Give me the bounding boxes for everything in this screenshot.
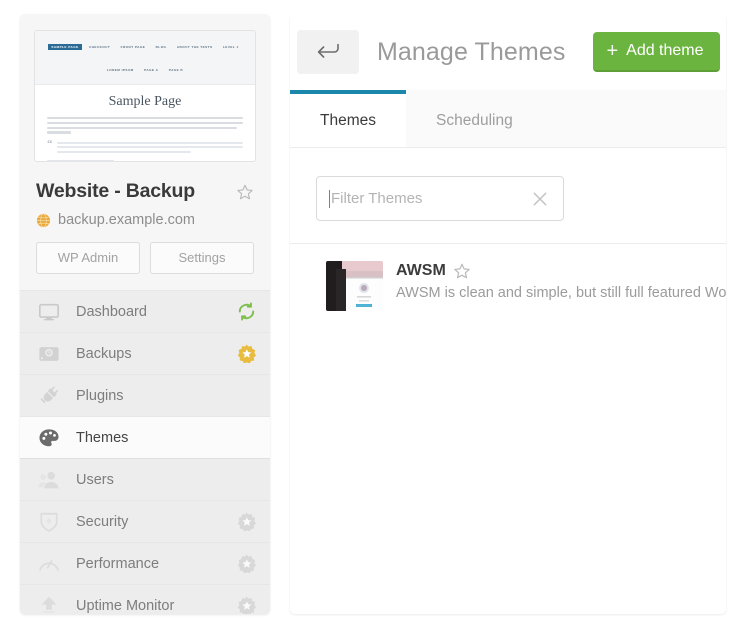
theme-list-item[interactable]: AWSM AWSM is clean and simple, but still… bbox=[290, 244, 726, 328]
thumbnail-body: “ “ bbox=[35, 117, 255, 161]
palette-icon bbox=[37, 427, 76, 449]
tab-themes[interactable]: Themes bbox=[290, 90, 406, 147]
thumbnail-nav-item: LOREM IPSUM bbox=[106, 67, 134, 72]
theme-list: AWSM AWSM is clean and simple, but still… bbox=[290, 243, 726, 328]
site-screenshot-thumbnail[interactable]: SAMPLE PAGE CHECKOUT FRONT PAGE BLOG ABO… bbox=[34, 30, 256, 162]
thumbnail-quote: “ bbox=[47, 138, 243, 156]
harddrive-icon bbox=[37, 343, 76, 365]
tab-bar: Themes Scheduling bbox=[290, 90, 726, 148]
sunburst-star-icon[interactable] bbox=[237, 512, 256, 531]
sidebar-item-label: Themes bbox=[76, 429, 129, 446]
site-sidebar: SAMPLE PAGE CHECKOUT FRONT PAGE BLOG ABO… bbox=[20, 14, 270, 614]
add-theme-label: Add theme bbox=[626, 42, 704, 59]
star-outline-icon[interactable] bbox=[453, 262, 471, 280]
thumbnail-nav-item: LEVEL 1 bbox=[222, 44, 239, 49]
sidebar-item-dashboard[interactable]: Dashboard bbox=[20, 291, 270, 333]
main-panel: Manage Themes + Add theme Themes Schedul… bbox=[290, 14, 726, 614]
sidebar-item-themes[interactable]: Themes bbox=[20, 417, 270, 459]
thumbnail-page-title: Sample Page bbox=[108, 94, 182, 110]
sidebar-item-label: Dashboard bbox=[76, 303, 147, 320]
close-x-icon[interactable] bbox=[531, 190, 549, 208]
text-caret bbox=[329, 189, 330, 208]
sunburst-star-icon[interactable] bbox=[237, 596, 256, 614]
main-header: Manage Themes + Add theme bbox=[290, 14, 726, 90]
back-arrow-icon bbox=[316, 41, 340, 64]
sunburst-star-icon[interactable] bbox=[237, 344, 256, 363]
plus-icon: + bbox=[606, 39, 619, 62]
star-outline-icon[interactable] bbox=[236, 183, 254, 201]
wp-admin-button[interactable]: WP Admin bbox=[36, 242, 140, 274]
filter-themes-input[interactable] bbox=[331, 177, 531, 220]
sidebar-item-plugins[interactable]: Plugins bbox=[20, 375, 270, 417]
refresh-icon[interactable] bbox=[237, 302, 256, 321]
theme-info: AWSM AWSM is clean and simple, but still… bbox=[396, 261, 726, 301]
thumbnail-nav-item: ABOUT THE TESTS bbox=[176, 44, 213, 49]
site-settings-button[interactable]: Settings bbox=[150, 242, 254, 274]
add-theme-button[interactable]: + Add theme bbox=[593, 32, 720, 72]
sidebar-item-label: Performance bbox=[76, 555, 160, 572]
tab-scheduling[interactable]: Scheduling bbox=[406, 90, 543, 147]
sidebar-item-security[interactable]: Security bbox=[20, 501, 270, 543]
plug-icon bbox=[37, 385, 76, 407]
sidebar-item-label: Users bbox=[76, 471, 114, 488]
sidebar-item-label: Backups bbox=[76, 345, 132, 362]
sidebar-item-backups[interactable]: Backups bbox=[20, 333, 270, 375]
sidebar-item-performance[interactable]: Performance bbox=[20, 543, 270, 585]
theme-name: AWSM bbox=[396, 262, 446, 279]
sidebar-nav: Dashboard Backups Plugins Themes Users S… bbox=[20, 290, 270, 614]
sidebar-item-uptime-monitor[interactable]: Uptime Monitor bbox=[20, 585, 270, 614]
thumbnail-nav-item: CHECKOUT bbox=[89, 44, 111, 49]
shield-icon bbox=[37, 511, 76, 533]
theme-description: AWSM is clean and simple, but still full… bbox=[396, 285, 726, 301]
site-actions: WP Admin Settings bbox=[20, 228, 270, 274]
monitor-icon bbox=[37, 301, 76, 323]
sidebar-item-users[interactable]: Users bbox=[20, 459, 270, 501]
thumbnail-nav: SAMPLE PAGE CHECKOUT FRONT PAGE BLOG ABO… bbox=[35, 31, 255, 86]
thumbnail-nav-item: FRONT PAGE bbox=[120, 44, 146, 49]
thumbnail-nav-item: PAGE A bbox=[144, 67, 159, 72]
users-icon bbox=[37, 469, 76, 491]
gauge-icon bbox=[37, 553, 76, 575]
page-title: Manage Themes bbox=[377, 37, 566, 66]
filter-themes-box[interactable] bbox=[316, 176, 564, 221]
globe-icon bbox=[36, 213, 51, 228]
sidebar-item-label: Security bbox=[76, 513, 129, 530]
app-window: SAMPLE PAGE CHECKOUT FRONT PAGE BLOG ABO… bbox=[0, 0, 750, 637]
theme-screenshot-thumbnail bbox=[326, 261, 383, 311]
site-url-row: backup.example.com bbox=[20, 203, 270, 228]
upload-icon bbox=[37, 595, 76, 614]
thumbnail-nav-item: BLOG bbox=[155, 44, 167, 49]
site-url[interactable]: backup.example.com bbox=[58, 212, 195, 228]
theme-name-row: AWSM bbox=[396, 262, 726, 280]
site-name-row: Website - Backup bbox=[20, 162, 270, 203]
back-button[interactable] bbox=[297, 30, 359, 74]
sunburst-star-icon[interactable] bbox=[237, 554, 256, 573]
thumbnail-nav-item: SAMPLE PAGE bbox=[48, 43, 82, 50]
sidebar-item-label: Uptime Monitor bbox=[76, 597, 175, 614]
filter-zone bbox=[290, 148, 726, 243]
sidebar-item-label: Plugins bbox=[76, 387, 124, 404]
site-name: Website - Backup bbox=[36, 180, 195, 202]
thumbnail-nav-item: PAGE B bbox=[168, 67, 184, 72]
